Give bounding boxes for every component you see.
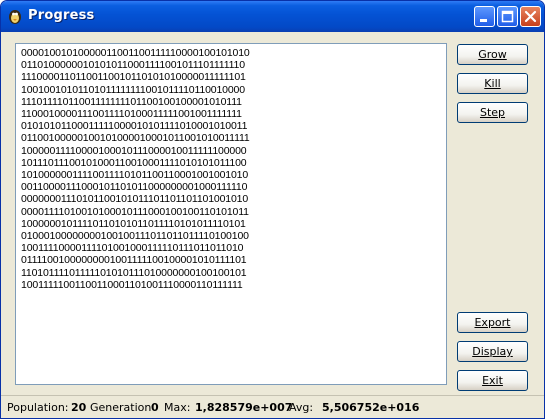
app-icon [9, 10, 21, 24]
export-button[interactable]: Export [457, 312, 528, 333]
avg-label: Avg: [289, 401, 314, 414]
max-value: 1,828579e+007 [195, 401, 293, 414]
output-line: 1110111101100111111110110010010000101011… [21, 95, 242, 108]
output-line: 0100010000000010010011101101101111010010… [21, 230, 249, 243]
window-title: Progress [28, 8, 95, 23]
output-line: 1101011110111110101011101000000010010010… [21, 266, 247, 279]
progress-window: Progress 0000100101000001100110011111000… [0, 0, 545, 419]
output-line: 1001001010110101111111100101111011001000… [21, 83, 245, 96]
population-output[interactable]: 0000100101000001100110011111000010010101… [15, 43, 447, 385]
display-button[interactable]: Display [457, 341, 528, 362]
grow-button[interactable]: Grow [457, 44, 528, 65]
output-line: 1011101110010100011001000111101010101110… [21, 156, 247, 169]
output-line: 1110000110110011001011010101000001111110… [21, 71, 246, 84]
maximize-button[interactable] [497, 6, 518, 27]
close-icon [524, 10, 537, 23]
output-line: 0110100000010101011000111100101110111111… [21, 59, 245, 72]
output-line: 1100010000111001111010001111100100111111… [21, 108, 242, 121]
generation-label: Generation [90, 401, 152, 414]
maximize-icon [501, 10, 514, 23]
minimize-icon [480, 19, 487, 22]
output-line: 0000111101001010001011100010010011010101… [21, 205, 249, 218]
output-line: 0110010000010010100001000101100101001111… [21, 132, 250, 145]
max-label: Max: [164, 401, 191, 414]
output-line: 1000000101111011010101101111010101111010… [21, 217, 246, 230]
generation-value: 0 [151, 401, 159, 414]
output-line: 0111100100000000100111110010000101011110… [21, 254, 247, 267]
population-value: 20 [71, 401, 87, 414]
minimize-button[interactable] [474, 6, 495, 27]
output-line: 0000100101000001100110011111000010010101… [21, 47, 250, 59]
output-line: 0101010110001111100001010111101000101001… [21, 120, 248, 133]
status-bar: Population: 20 Generation 0 Max: 1,82857… [1, 395, 544, 418]
output-line: 1000001111000010001011100001001111110000… [21, 144, 247, 157]
population-label: Population: [7, 401, 69, 414]
close-button[interactable] [520, 6, 541, 27]
output-line: 0011000011100010110101100000000100011111… [21, 181, 248, 194]
exit-button[interactable]: Exit [457, 370, 528, 391]
output-line: 1001111000011110100100011111011101101101… [21, 242, 244, 255]
output-line: 1001111100110011000110100111000011011111… [21, 278, 243, 291]
output-line: 0000000111010110010101110110110110100101… [21, 193, 249, 206]
avg-value: 5,506752e+016 [322, 401, 420, 414]
step-button[interactable]: Step [457, 102, 528, 123]
kill-button[interactable]: Kill [457, 73, 528, 94]
output-line: 1010000001111001111010110011000100100101… [21, 169, 249, 182]
title-bar[interactable]: Progress [1, 1, 544, 32]
